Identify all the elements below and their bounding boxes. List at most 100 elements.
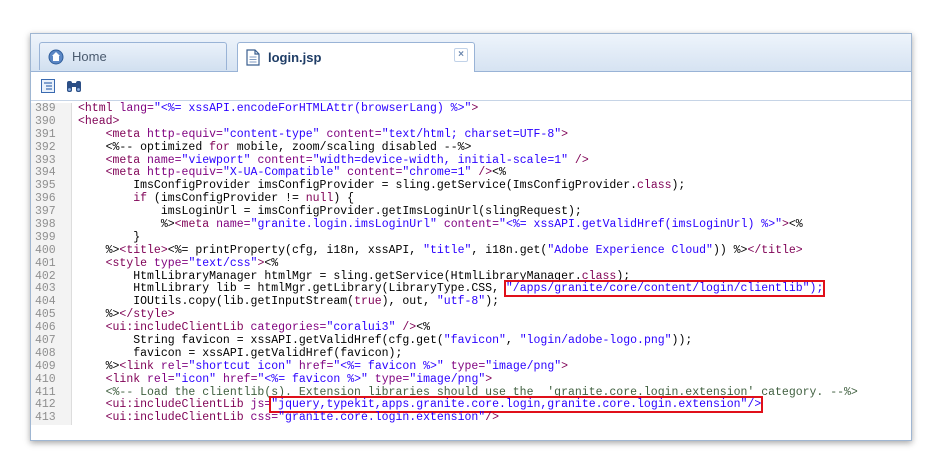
code-token: <head> bbox=[78, 114, 120, 128]
tab-home[interactable]: Home bbox=[39, 42, 227, 70]
tab-login-jsp-label: login.jsp bbox=[268, 50, 322, 65]
code-token: class bbox=[581, 269, 617, 283]
code-token: rel= bbox=[147, 372, 175, 386]
code-line: 389 <html lang="<%= xssAPI.encodeForHTMLA… bbox=[31, 102, 911, 116]
code-token: type= bbox=[443, 359, 486, 373]
line-number: 410 bbox=[31, 373, 72, 387]
code-token: content= bbox=[250, 153, 313, 167]
code-token: "login/adobe-logo.png" bbox=[519, 334, 672, 348]
code-token: <% bbox=[492, 166, 506, 180]
code-line: 391 <meta http-equiv="content-type" cont… bbox=[31, 127, 911, 142]
code-token: <link bbox=[105, 372, 148, 386]
code-token: <link bbox=[119, 359, 161, 373]
code-token: > bbox=[782, 218, 789, 232]
code-token: <html bbox=[78, 102, 120, 115]
code-token: "<%= favicon %>" bbox=[333, 359, 444, 373]
code-token: )); bbox=[671, 334, 693, 348]
code-token: HtmlLibraryManager htmlMgr = sling.getSe… bbox=[133, 269, 582, 283]
code-token: <style bbox=[105, 256, 154, 270]
code-token: "coralui3" bbox=[326, 321, 396, 335]
code-token: %> bbox=[105, 308, 120, 322]
code-token: true bbox=[354, 295, 382, 309]
code-token: name= bbox=[216, 218, 251, 232]
code-token: http-equiv= bbox=[147, 127, 223, 141]
line-number: 413 bbox=[31, 411, 72, 426]
line-number: 407 bbox=[31, 334, 72, 348]
code-token: > bbox=[485, 372, 493, 386]
code-token: IOUtils.copy(lib.getInputStream( bbox=[133, 295, 355, 309]
code-token: categories= bbox=[250, 321, 327, 335]
close-tab-icon[interactable]: × bbox=[454, 48, 468, 62]
line-number: 389 bbox=[31, 102, 72, 116]
code-token: /> bbox=[395, 321, 417, 335]
code-line: 407 String favicon = xssAPI.getValidHref… bbox=[31, 334, 911, 348]
code-token: ); bbox=[485, 295, 500, 309]
line-number: 390 bbox=[31, 115, 72, 129]
code-token: ) { bbox=[333, 192, 355, 206]
code-token: (imsConfigProvider != bbox=[147, 192, 306, 206]
code-text: <ui:includeClientLib css="granite.core.l… bbox=[78, 411, 499, 425]
code-token: "Adobe Experience Cloud" bbox=[547, 243, 713, 257]
code-token: %> bbox=[105, 359, 120, 373]
line-number: 400 bbox=[31, 244, 72, 258]
code-token: "title" bbox=[423, 243, 472, 257]
code-token: <ui:includeClientLib bbox=[105, 321, 251, 335]
code-token: "<%= favicon %>" bbox=[257, 372, 368, 386]
code-token: <%-- optimized bbox=[105, 140, 210, 154]
code-token: </title> bbox=[747, 243, 803, 257]
line-number: 409 bbox=[31, 360, 72, 374]
code-token: "X-UA-Compatible" bbox=[222, 166, 341, 180]
code-token: <% bbox=[416, 321, 431, 335]
code-token: </style> bbox=[119, 308, 175, 322]
code-token: /> bbox=[568, 153, 589, 167]
code-token: "viewport" bbox=[181, 153, 251, 167]
code-token: "utf-8" bbox=[436, 295, 486, 309]
code-token: %> bbox=[105, 243, 120, 257]
code-token: "favicon" bbox=[443, 334, 506, 348]
file-icon bbox=[246, 49, 260, 66]
code-token: <ui:includeClientLib bbox=[105, 398, 251, 412]
tab-bar: Home login.jsp × bbox=[31, 34, 911, 72]
code-token: <meta bbox=[105, 127, 148, 141]
code-token: <ui:includeClientLib bbox=[105, 411, 251, 425]
code-token: "granite.core.login.extension" bbox=[278, 411, 486, 425]
code-token: String favicon = xssAPI.getValidHref(cfg… bbox=[133, 334, 444, 348]
code-editor[interactable]: 389 <html lang="<%= xssAPI.encodeForHTMLA… bbox=[31, 101, 911, 426]
code-token: <title> bbox=[119, 243, 168, 257]
code-token: content= bbox=[319, 127, 382, 141]
code-token: href= bbox=[291, 359, 334, 373]
code-token: "text/css" bbox=[188, 256, 258, 270]
code-token: href= bbox=[216, 372, 258, 386]
code-token: ), out, bbox=[381, 295, 437, 309]
code-token: type= bbox=[367, 372, 410, 386]
code-token: "chrome=1" bbox=[402, 166, 472, 180]
code-token: lang= bbox=[119, 102, 154, 115]
code-token: "<%= xssAPI.encodeForHTMLAttr(browserLan… bbox=[153, 102, 472, 115]
binoculars-icon[interactable] bbox=[65, 77, 83, 95]
code-token: <meta bbox=[174, 218, 217, 232]
code-token: for bbox=[209, 140, 230, 154]
format-icon[interactable] bbox=[39, 77, 57, 95]
code-token: > bbox=[471, 102, 479, 115]
line-number: 408 bbox=[31, 347, 72, 361]
code-token: http-equiv= bbox=[147, 166, 223, 180]
code-token: } bbox=[133, 230, 141, 244]
tab-login-jsp[interactable]: login.jsp × bbox=[237, 42, 475, 72]
code-token: css= bbox=[250, 411, 279, 425]
code-token: "image/png" bbox=[409, 372, 486, 386]
